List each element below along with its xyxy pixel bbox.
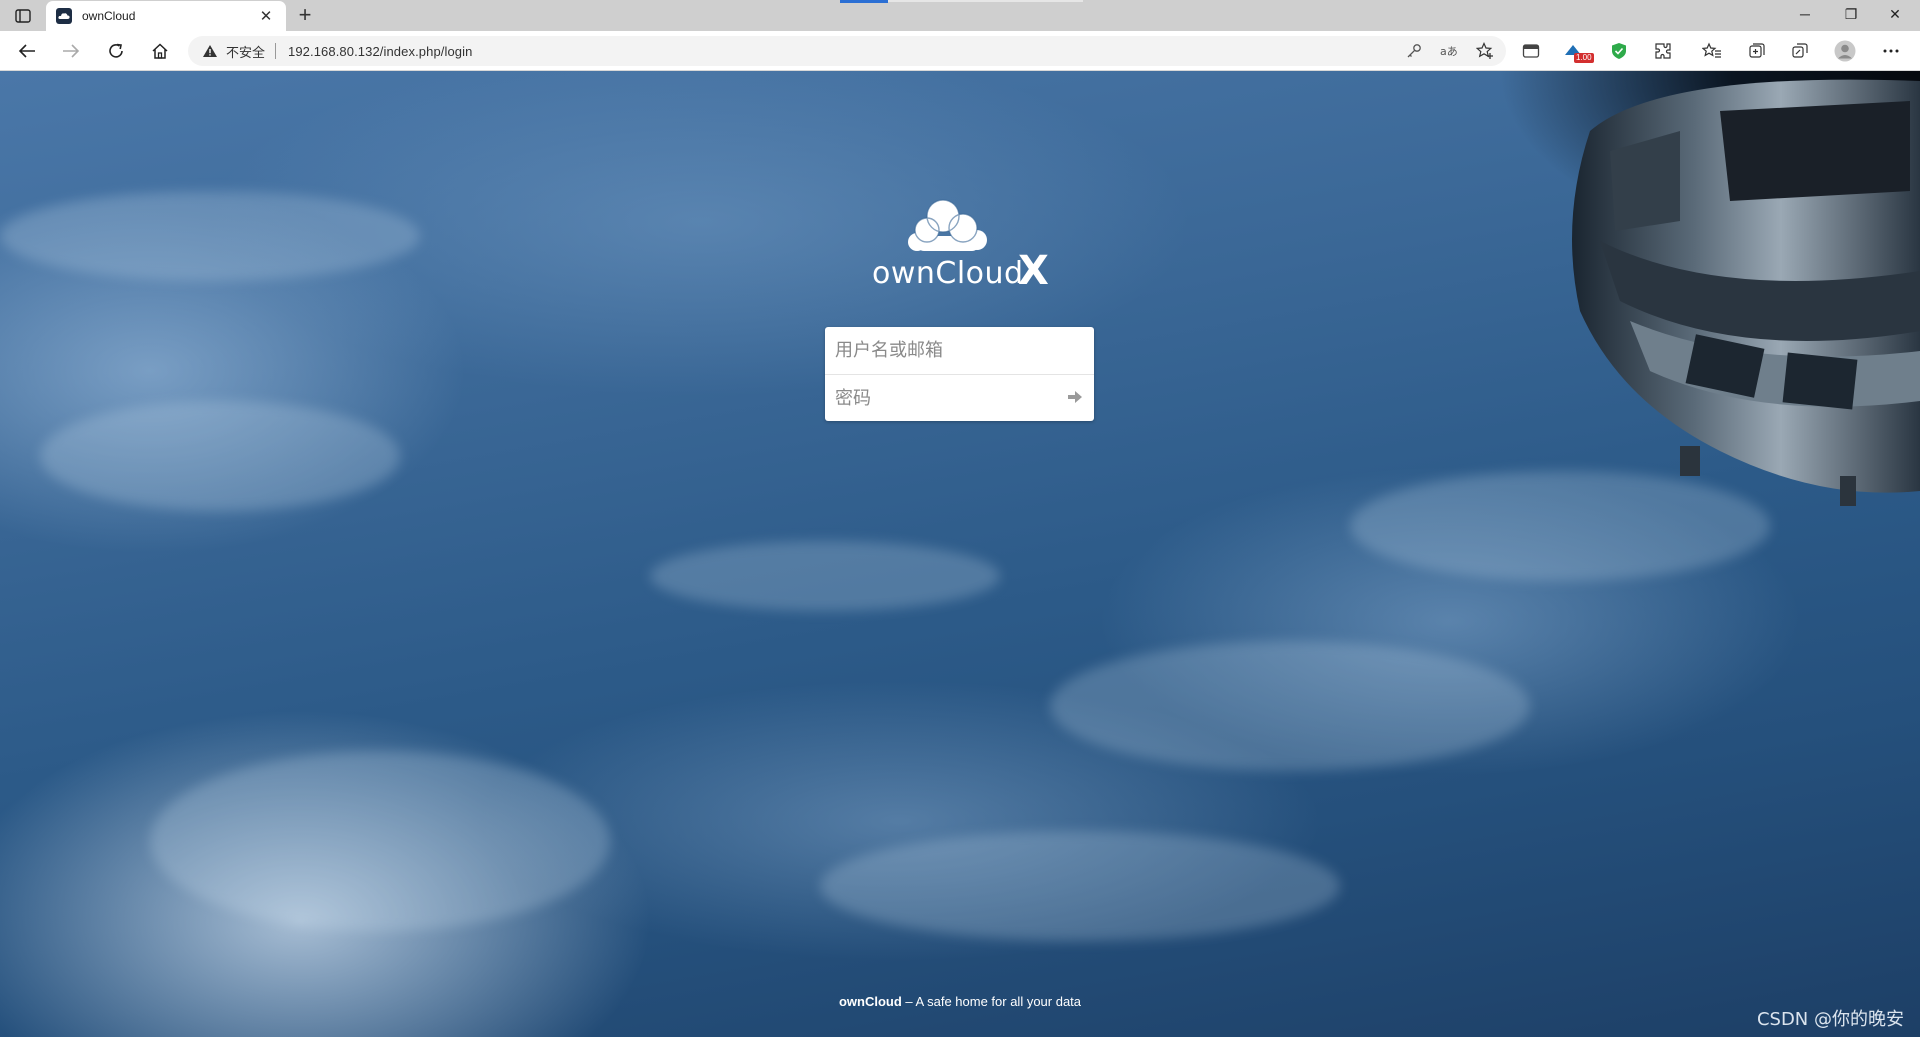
home-icon bbox=[152, 43, 168, 59]
more-options-icon[interactable] bbox=[1880, 40, 1902, 62]
extension-badge: 1.00 bbox=[1574, 53, 1594, 63]
shield-extension-icon[interactable] bbox=[1608, 40, 1630, 62]
cloud-texture bbox=[1050, 641, 1530, 771]
back-arrow-icon bbox=[18, 44, 35, 58]
logo-text: ownCloud bbox=[872, 256, 1024, 291]
restore-button[interactable]: ❐ bbox=[1836, 6, 1866, 26]
forward-arrow-icon bbox=[63, 44, 80, 58]
password-input[interactable] bbox=[825, 374, 1094, 421]
browser-essentials-icon[interactable] bbox=[1789, 40, 1811, 62]
cloud-texture bbox=[820, 831, 1340, 941]
arrow-right-icon bbox=[1068, 391, 1082, 403]
refresh-icon bbox=[109, 43, 123, 58]
owncloud-login-page: ownCloud X ownCloud – A safe home for al… bbox=[0, 71, 1920, 1037]
tab-title: ownCloud bbox=[82, 9, 136, 23]
address-separator bbox=[275, 43, 277, 59]
svg-text:aあ: aあ bbox=[1440, 45, 1458, 58]
loading-indicator bbox=[840, 0, 888, 3]
browser-tab[interactable]: ownCloud ✕ bbox=[46, 1, 286, 31]
owncloud-favicon-icon bbox=[56, 8, 72, 24]
cloud-texture bbox=[150, 751, 610, 931]
favorites-icon[interactable] bbox=[1701, 40, 1723, 62]
tab-strip: ownCloud ✕ + ─ ❐ ✕ bbox=[0, 0, 1920, 31]
forward-button[interactable] bbox=[58, 39, 84, 63]
owncloud-logo: ownCloud X bbox=[860, 196, 1060, 296]
address-bar[interactable]: 不安全 192.168.80.132/index.php/login aあ bbox=[188, 36, 1506, 66]
footer-brand-link[interactable]: ownCloud bbox=[839, 994, 902, 1009]
address-actions: aあ bbox=[1406, 42, 1494, 60]
translate-icon[interactable]: aあ bbox=[1440, 43, 1458, 59]
collections-icon[interactable] bbox=[1746, 40, 1768, 62]
favorite-add-icon[interactable] bbox=[1476, 42, 1494, 60]
warning-icon[interactable] bbox=[202, 42, 220, 60]
url-text[interactable]: 192.168.80.132/index.php/login bbox=[288, 44, 472, 59]
refresh-button[interactable] bbox=[103, 39, 129, 63]
login-form bbox=[825, 327, 1094, 421]
cloud-texture bbox=[650, 541, 1000, 611]
reading-view-icon[interactable] bbox=[1520, 40, 1542, 62]
footer-tagline: – A safe home for all your data bbox=[901, 994, 1082, 1009]
footer: ownCloud – A safe home for all your data bbox=[0, 994, 1920, 1009]
loading-track bbox=[888, 0, 1083, 2]
extensions-icon[interactable] bbox=[1652, 40, 1674, 62]
minimize-button[interactable]: ─ bbox=[1790, 6, 1820, 26]
csdn-watermark: CSDN @你的晚安 bbox=[1756, 1009, 1904, 1030]
username-input[interactable] bbox=[825, 327, 1094, 374]
logo-x-mark: X bbox=[1018, 248, 1049, 294]
tab-close-icon[interactable]: ✕ bbox=[256, 7, 276, 25]
security-label[interactable]: 不安全 bbox=[226, 42, 265, 61]
new-tab-button[interactable]: + bbox=[293, 4, 317, 28]
tab-actions-icon[interactable] bbox=[12, 7, 34, 25]
back-button[interactable] bbox=[14, 39, 40, 63]
cloud-texture bbox=[0, 191, 420, 281]
login-submit-button[interactable] bbox=[1066, 388, 1084, 406]
profile-avatar-icon[interactable] bbox=[1834, 40, 1856, 62]
browser-toolbar: 不安全 192.168.80.132/index.php/login aあ 1.… bbox=[0, 31, 1920, 71]
satellite-image bbox=[1572, 79, 1920, 506]
extension-badge-icon[interactable]: 1.00 bbox=[1562, 40, 1594, 63]
cloud-texture bbox=[40, 401, 400, 511]
key-icon[interactable] bbox=[1406, 43, 1422, 59]
cloud-logo-icon bbox=[908, 199, 987, 251]
home-button[interactable] bbox=[147, 39, 173, 63]
close-window-button[interactable]: ✕ bbox=[1880, 6, 1910, 26]
